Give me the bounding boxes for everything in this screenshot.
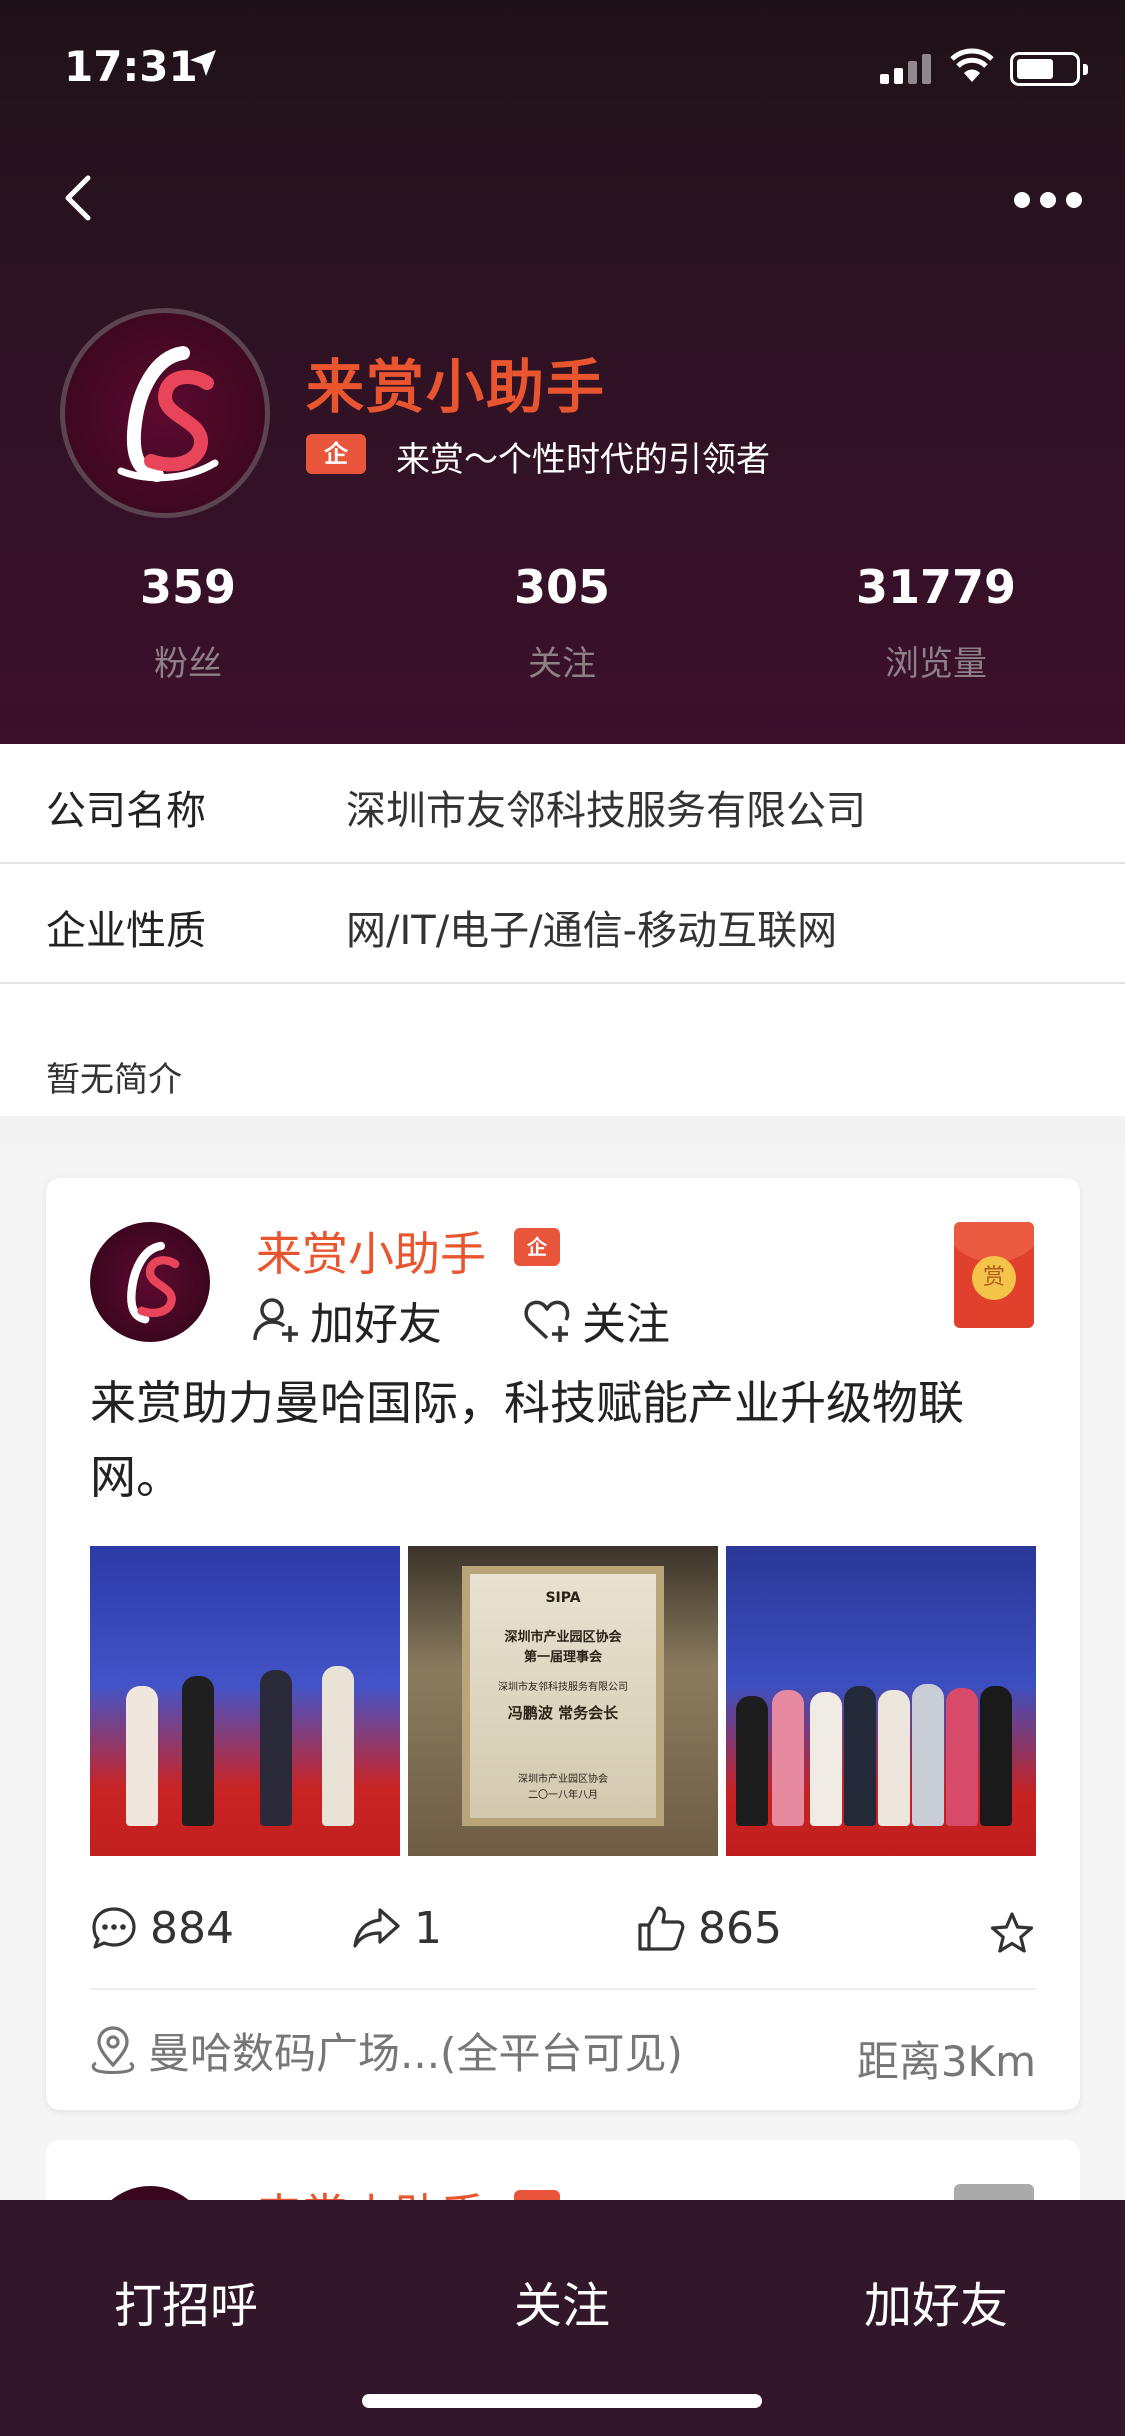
share-icon <box>353 1908 400 1948</box>
thumbs-up-icon <box>638 1906 685 1951</box>
share-button[interactable]: 1 <box>352 1898 442 1958</box>
plaque-line: 深圳市产业园区协会 <box>518 1774 608 1785</box>
location-pin-icon <box>91 2026 135 2074</box>
info-value: 深圳市友邻科技服务有限公司 <box>346 788 866 834</box>
plaque-line: 冯鹏波 常务会长 <box>507 1704 619 1722</box>
photo-figure <box>322 1666 354 1826</box>
stat-label: 关注 <box>528 644 596 684</box>
info-value: 网/IT/电子/通信-移动互联网 <box>346 908 838 954</box>
greet-button[interactable]: 打招呼 <box>36 2266 336 2336</box>
post-photo[interactable] <box>726 1546 1036 1856</box>
back-button[interactable] <box>50 168 110 228</box>
stat-views[interactable]: 31779 浏览量 <box>786 560 1086 685</box>
info-key: 企业性质 <box>46 908 206 954</box>
location-arrow-icon <box>190 50 216 76</box>
add-user-icon <box>253 1298 298 1342</box>
comment-count: 884 <box>150 1902 234 1954</box>
add-friend-bottom-button[interactable]: 加好友 <box>786 2266 1086 2336</box>
location-text: 曼哈数码广场...(全平台可见) <box>148 2028 683 2078</box>
battery-icon <box>1010 52 1088 86</box>
red-packet-button[interactable]: 赏 <box>954 1222 1034 1328</box>
photo-figure <box>844 1686 876 1826</box>
heart-plus-icon <box>524 1300 570 1342</box>
post-avatar[interactable] <box>90 1222 210 1342</box>
location-tag[interactable]: 曼哈数码广场...(全平台可见) <box>90 2020 683 2080</box>
profile-header: 17:31 来赏小助手 企 来赏～个性时代的引领者 359 粉丝 305 关注 … <box>0 0 1125 744</box>
follow-bottom-button[interactable]: 关注 <box>412 2266 712 2336</box>
avatar[interactable] <box>60 308 270 518</box>
post-author[interactable]: 来赏小助手 <box>256 1218 486 1284</box>
stat-label: 粉丝 <box>154 644 222 684</box>
plaque-line: 深圳市友邻科技服务有限公司 <box>498 1682 628 1693</box>
cellular-signal-icon <box>880 52 934 84</box>
red-packet-label: 赏 <box>972 1256 1016 1300</box>
stat-label: 浏览量 <box>885 644 987 684</box>
logo-icon <box>127 1241 180 1324</box>
info-key: 公司名称 <box>46 788 206 834</box>
logo-icon <box>117 346 219 482</box>
stat-following[interactable]: 305 关注 <box>412 560 712 685</box>
photo-figure <box>182 1676 214 1826</box>
photo-figure <box>810 1692 842 1826</box>
photo-figure <box>878 1690 910 1826</box>
status-bar: 17:31 <box>0 0 1125 140</box>
home-indicator[interactable] <box>362 2394 762 2408</box>
photo-figure <box>126 1686 158 1826</box>
divider <box>90 1988 1036 1990</box>
photo-figure <box>260 1670 292 1826</box>
post-card[interactable]: 来赏小助手 企 加好友 关注 赏 来赏助力曼哈国际，科技赋能产业升级物联网。 S… <box>46 1178 1080 2110</box>
follow-label: 关注 <box>582 1299 670 1350</box>
info-row-company-type: 企业性质 网/IT/电子/通信-移动互联网 <box>0 864 1125 984</box>
add-friend-button[interactable]: 加好友 <box>252 1290 442 1350</box>
status-time: 17:31 <box>64 42 198 91</box>
stat-value: 359 <box>139 560 237 614</box>
like-count: 865 <box>698 1902 782 1954</box>
post-photo[interactable]: SIPA 深圳市产业园区协会 第一届理事会 深圳市友邻科技服务有限公司 冯鹏波 … <box>408 1546 718 1856</box>
distance-text: 距离3Km <box>856 2037 1036 2086</box>
photo-figure <box>772 1690 804 1826</box>
photo-figure <box>912 1684 944 1826</box>
profile-name: 来赏小助手 <box>306 353 607 421</box>
info-row-company-name: 公司名称 深圳市友邻科技服务有限公司 <box>0 744 1125 864</box>
photo-figure <box>980 1686 1012 1826</box>
enterprise-badge: 企 <box>306 434 366 474</box>
plaque-org: SIPA <box>545 1590 581 1606</box>
photo-figure <box>736 1696 768 1826</box>
favorite-star-icon[interactable] <box>988 1904 1036 1964</box>
photo-figure <box>946 1688 978 1826</box>
stat-value: 305 <box>513 560 611 614</box>
plaque-line: 第一届理事会 <box>523 1650 602 1665</box>
share-count: 1 <box>414 1902 442 1954</box>
comment-button[interactable]: 884 <box>90 1898 234 1958</box>
stat-followers[interactable]: 359 粉丝 <box>38 560 338 685</box>
section-divider <box>0 1116 1125 1146</box>
add-friend-label: 加好友 <box>310 1299 442 1350</box>
comment-icon <box>92 1907 136 1949</box>
follow-button[interactable]: 关注 <box>522 1290 670 1350</box>
stat-value: 31779 <box>855 560 1017 614</box>
like-button[interactable]: 865 <box>636 1898 782 1958</box>
plaque-line: 深圳市产业园区协会 <box>504 1630 622 1645</box>
certificate-plaque: SIPA 深圳市产业园区协会 第一届理事会 深圳市友邻科技服务有限公司 冯鹏波 … <box>462 1566 664 1826</box>
more-options-icon[interactable] <box>1008 184 1088 212</box>
profile-tagline: 来赏～个性时代的引领者 <box>396 440 770 480</box>
wifi-icon <box>950 48 994 82</box>
post-photo[interactable] <box>90 1546 400 1856</box>
plaque-line: 二〇一八年八月 <box>528 1790 598 1801</box>
enterprise-badge: 企 <box>514 1228 560 1266</box>
post-text: 来赏助力曼哈国际，科技赋能产业升级物联网。 <box>90 1376 964 1504</box>
intro-text: 暂无简介 <box>46 1060 182 1100</box>
